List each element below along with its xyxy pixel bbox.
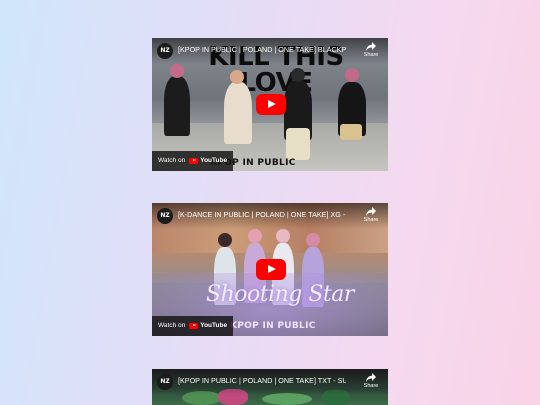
play-icon [268,100,276,108]
share-label: Share [363,383,379,389]
share-button[interactable]: Share [360,373,382,389]
song-title-overlay: Shooting Star [206,282,354,307]
share-arrow-icon [366,207,376,216]
video-title-link[interactable]: [K-DANCE IN PUBLIC | POLAND | ONE TAKE] … [178,210,346,220]
share-arrow-icon [366,373,376,382]
youtube-icon [189,323,199,329]
share-arrow-icon [366,42,376,51]
brand-overlay-text: KPOP IN PUBLIC [230,321,316,331]
youtube-logo: YouTube [189,151,227,171]
share-button[interactable]: Share [360,207,382,223]
share-label: Share [363,52,379,58]
watch-on-youtube-button[interactable]: Watch on YouTube [152,316,234,336]
youtube-logo: YouTube [189,316,227,336]
channel-avatar[interactable]: NZ [157,43,173,59]
share-label: Share [363,217,379,223]
youtube-wordmark: YouTube [200,322,228,329]
play-icon [268,265,276,273]
video-title-link[interactable]: [KPOP IN PUBLIC | POLAND | ONE TAKE] TXT… [178,376,346,386]
video-embed-3[interactable]: NZ [KPOP IN PUBLIC | POLAND | ONE TAKE] … [152,369,388,405]
youtube-wordmark: YouTube [200,157,228,164]
channel-avatar[interactable]: NZ [157,374,173,390]
youtube-icon [189,158,199,164]
video-embed-1[interactable]: KILL THIS LOVE KPOP IN PUBLIC NZ [KPOP I… [152,38,388,171]
watch-on-label: Watch on [158,322,186,329]
play-button[interactable] [256,94,286,115]
video-embed-2[interactable]: Shooting Star KPOP IN PUBLIC NZ [K-DANCE… [152,203,388,336]
play-button[interactable] [256,259,286,280]
watch-on-label: Watch on [158,157,186,164]
share-button[interactable]: Share [360,42,382,58]
channel-avatar[interactable]: NZ [157,208,173,224]
watch-on-youtube-button[interactable]: Watch on YouTube [152,151,234,171]
video-title-link[interactable]: [KPOP IN PUBLIC | POLAND | ONE TAKE] BLA… [178,45,346,55]
